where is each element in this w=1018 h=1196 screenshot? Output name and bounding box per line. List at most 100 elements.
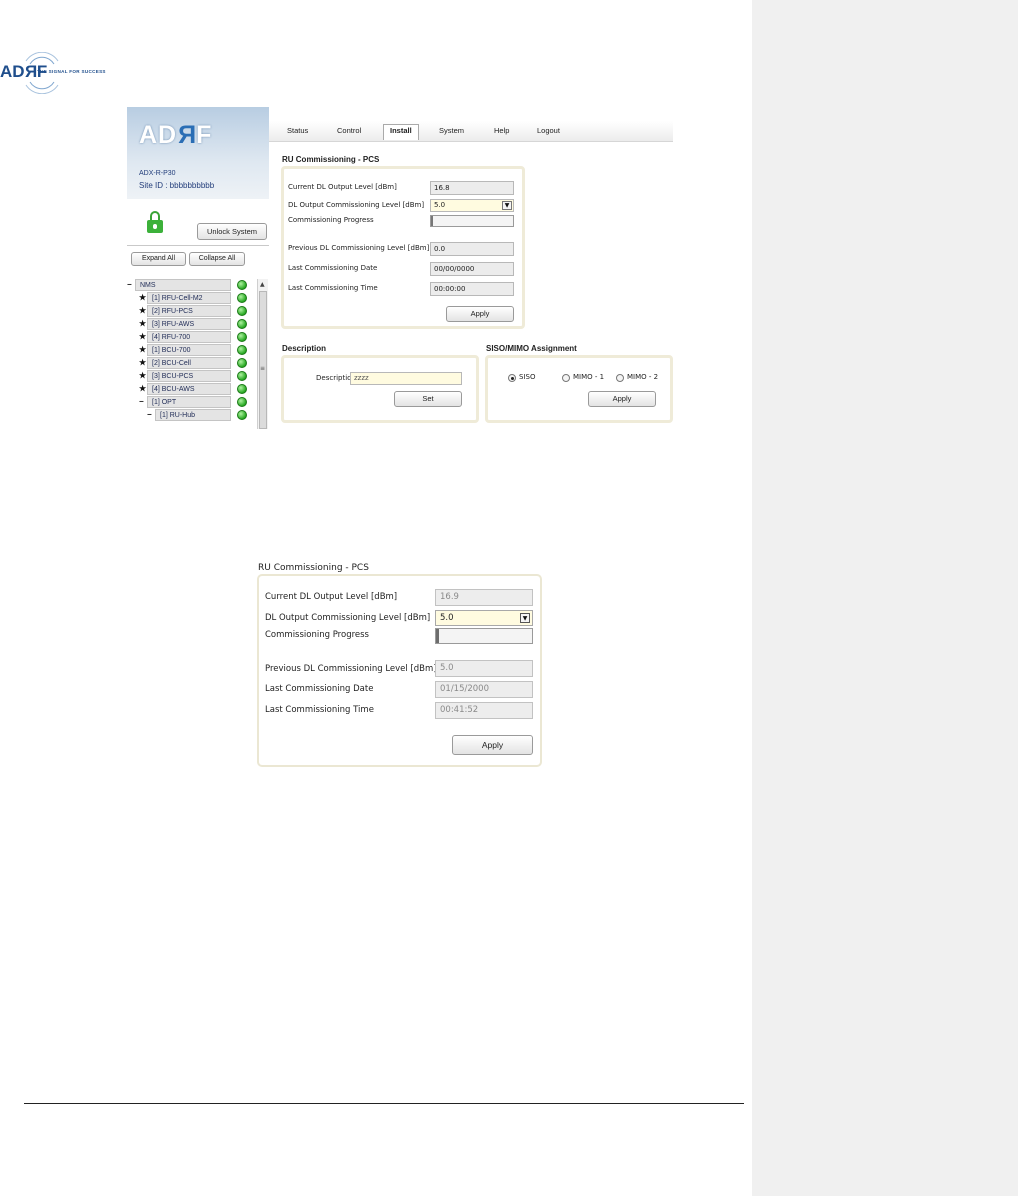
date-label: Last Commissioning Date — [288, 264, 378, 272]
commissioning-apply-button[interactable]: Apply — [446, 306, 514, 322]
star-icon[interactable]: ★ — [139, 370, 147, 382]
prev-dl-field: 5.0 — [435, 660, 533, 677]
date-label: Last Commissioning Date — [265, 684, 374, 694]
siso-label: SISO — [519, 373, 536, 381]
site-id: Site ID : bbbbbbbbbb — [139, 181, 215, 190]
tree-item[interactable]: − [1] OPT — [127, 396, 257, 409]
tree-item-label[interactable]: [1] RFU-Cell-M2 — [147, 292, 231, 304]
tree-item[interactable]: ★ [1] BCU-700 — [127, 344, 257, 357]
tree-item-label[interactable]: [1] BCU-700 — [147, 344, 231, 356]
tab-help[interactable]: Help — [494, 126, 509, 135]
current-dl-field: 16.8 — [430, 181, 514, 195]
collapse-icon[interactable]: − — [147, 409, 155, 421]
chevron-down-icon[interactable]: ▼ — [502, 201, 512, 210]
tree-item[interactable]: ★ [3] RFU-AWS — [127, 318, 257, 331]
commissioning-progress-bar — [435, 628, 533, 644]
collapse-all-button[interactable]: Collapse All — [189, 252, 245, 266]
siso-mimo-panel: SISO MIMO - 1 MIMO - 2 Apply — [485, 355, 673, 423]
time-field: 00:41:52 — [435, 702, 533, 719]
tab-control[interactable]: Control — [337, 126, 361, 135]
tree-item-label[interactable]: [2] BCU-Cell — [147, 357, 231, 369]
collapse-icon[interactable]: − — [127, 279, 135, 291]
status-green-icon — [237, 293, 247, 303]
prev-dl-field: 0.0 — [430, 242, 514, 256]
commissioning-apply-button[interactable]: Apply — [452, 735, 533, 755]
tree-item-label[interactable]: [1] RU-Hub — [155, 409, 231, 421]
app-logo: ADRF — [139, 121, 213, 149]
prev-dl-label: Previous DL Commissioning Level [dBm] — [288, 244, 430, 252]
collapse-icon[interactable]: − — [139, 396, 147, 408]
star-icon[interactable]: ★ — [139, 305, 147, 317]
star-icon[interactable]: ★ — [139, 383, 147, 395]
scroll-up-icon[interactable]: ▲ — [260, 281, 265, 288]
tree-item-label[interactable]: [4] RFU-700 — [147, 331, 231, 343]
dl-commissioning-label: DL Output Commissioning Level [dBm] — [288, 201, 425, 209]
tree-item-label[interactable]: [3] BCU-PCS — [147, 370, 231, 382]
commissioning-panel: Current DL Output Level [dBm] 16.8 DL Ou… — [281, 166, 525, 329]
mimo-1-label: MIMO - 1 — [573, 373, 605, 381]
star-icon[interactable]: ★ — [139, 292, 147, 304]
footer-divider — [24, 1103, 744, 1104]
current-dl-label: Current DL Output Level [dBm] — [288, 183, 397, 191]
tree-item[interactable]: ★ [1] RFU-Cell-M2 — [127, 292, 257, 305]
right-margin-bar — [752, 0, 1018, 1196]
status-green-icon — [237, 358, 247, 368]
star-icon[interactable]: ★ — [139, 331, 147, 343]
tree-scrollbar[interactable]: ▲ ≡ — [257, 279, 268, 429]
tree-item-label[interactable]: [2] RFU-PCS — [147, 305, 231, 317]
tree-item[interactable]: ★ [2] BCU-Cell — [127, 357, 257, 370]
current-dl-field: 16.9 — [435, 589, 533, 606]
commissioning-progress-bar — [430, 215, 514, 227]
unlock-system-button[interactable]: Unlock System — [197, 223, 267, 240]
expand-all-button[interactable]: Expand All — [131, 252, 186, 266]
dl-commissioning-select[interactable]: 5.0 ▼ — [430, 199, 514, 212]
status-green-icon — [237, 319, 247, 329]
sidebar: ADRF ADX-R-P30 Site ID : bbbbbbbbbb Unlo… — [127, 107, 269, 429]
mimo-1-radio[interactable] — [562, 374, 570, 382]
progress-label: Commissioning Progress — [265, 630, 369, 640]
tree-item[interactable]: ★ [2] RFU-PCS — [127, 305, 257, 318]
tab-status[interactable]: Status — [287, 126, 308, 135]
dl-commissioning-value: 5.0 — [434, 201, 446, 209]
tab-system[interactable]: System — [439, 126, 464, 135]
chevron-down-icon[interactable]: ▼ — [520, 613, 530, 623]
tree-item[interactable]: − NMS — [127, 279, 257, 292]
scroll-grip-icon: ≡ — [260, 365, 266, 372]
tree-item-label[interactable]: [1] OPT — [147, 396, 231, 408]
unlocked-lock-icon — [147, 211, 163, 233]
siso-mimo-title: SISO/MIMO Assignment — [486, 344, 577, 353]
status-green-icon — [237, 384, 247, 394]
status-green-icon — [237, 345, 247, 355]
tree-item-label[interactable]: [3] RFU-AWS — [147, 318, 231, 330]
mimo-2-radio[interactable] — [616, 374, 624, 382]
status-green-icon — [237, 397, 247, 407]
current-dl-label: Current DL Output Level [dBm] — [265, 592, 398, 602]
tree-item[interactable]: ★ [4] RFU-700 — [127, 331, 257, 344]
siso-mimo-apply-button[interactable]: Apply — [588, 391, 656, 407]
tab-logout[interactable]: Logout — [537, 126, 560, 135]
tree-item[interactable]: ★ [3] BCU-PCS — [127, 370, 257, 383]
commissioning-title-zoomed: RU Commissioning - PCS — [258, 563, 369, 573]
tree-item[interactable]: ★ [4] BCU-AWS — [127, 383, 257, 396]
tab-install[interactable]: Install — [383, 124, 419, 140]
star-icon[interactable]: ★ — [139, 357, 147, 369]
commissioning-panel-zoomed: Current DL Output Level [dBm] 16.9 DL Ou… — [257, 574, 542, 767]
description-input[interactable]: zzzz — [350, 372, 462, 385]
prev-dl-label: Previous DL Commissioning Level [dBm] — [265, 664, 437, 674]
time-label: Last Commissioning Time — [265, 705, 374, 715]
description-set-button[interactable]: Set — [394, 391, 462, 407]
dl-commissioning-value: 5.0 — [440, 613, 454, 623]
dl-commissioning-label: DL Output Commissioning Level [dBm] — [265, 613, 431, 623]
description-panel: Description zzzz Set — [281, 355, 479, 423]
mimo-2-label: MIMO - 2 — [627, 373, 659, 381]
siso-radio[interactable] — [508, 374, 516, 382]
star-icon[interactable]: ★ — [139, 318, 147, 330]
sidebar-divider — [127, 245, 269, 246]
tree-item-label[interactable]: NMS — [135, 279, 231, 291]
tree-item-label[interactable]: [4] BCU-AWS — [147, 383, 231, 395]
star-icon[interactable]: ★ — [139, 344, 147, 356]
status-green-icon — [237, 410, 247, 420]
scroll-thumb[interactable] — [259, 291, 267, 429]
dl-commissioning-select[interactable]: 5.0 ▼ — [435, 610, 533, 626]
tree-item[interactable]: − [1] RU-Hub — [127, 409, 257, 422]
